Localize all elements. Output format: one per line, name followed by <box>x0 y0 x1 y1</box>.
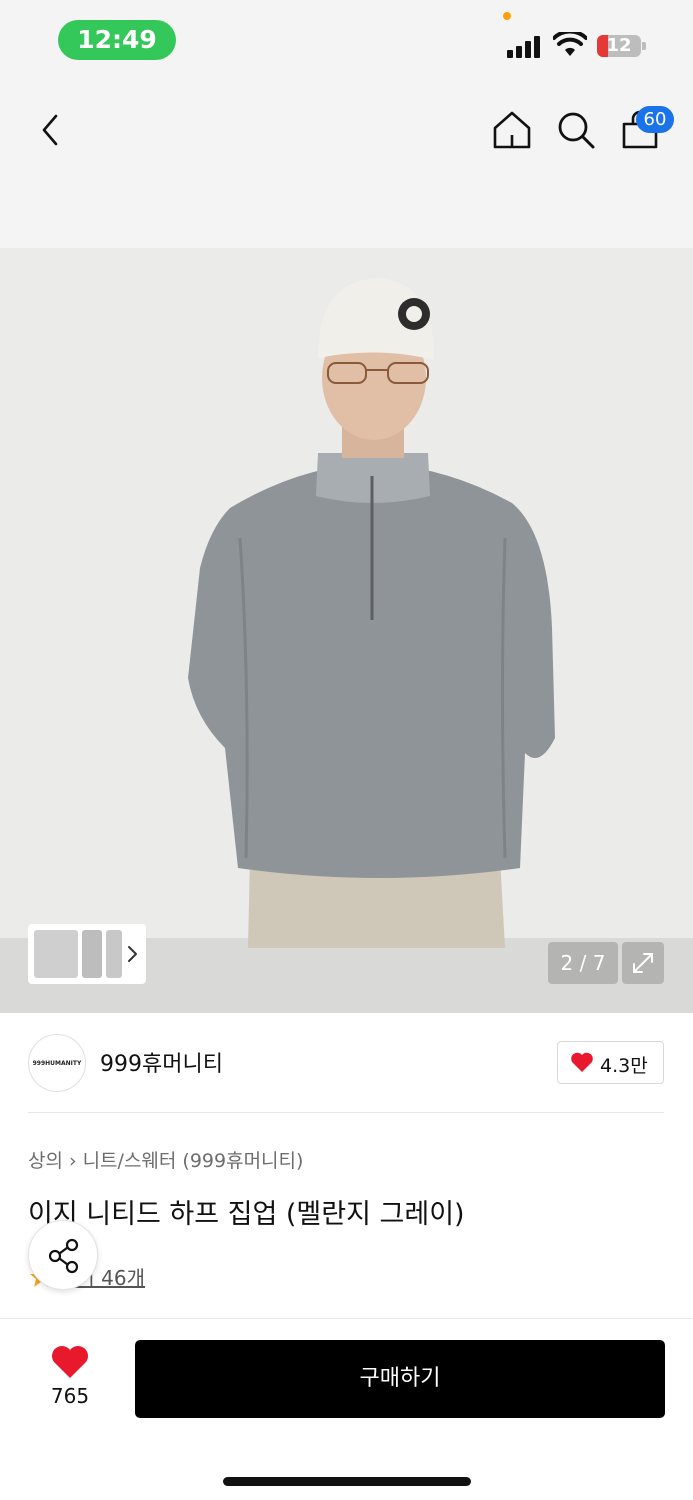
cart-count-badge: 60 <box>636 106 674 133</box>
brand-like-button[interactable]: 4.3만 <box>557 1041 664 1084</box>
chevron-right-icon: › <box>68 1150 77 1172</box>
buy-button[interactable]: 구매하기 <box>135 1340 665 1418</box>
search-icon[interactable] <box>554 108 598 152</box>
thumbnail-3[interactable] <box>106 930 122 978</box>
status-time: 12:49 <box>58 20 176 60</box>
breadcrumb-category[interactable]: 상의 <box>28 1150 63 1172</box>
thumbnail-2[interactable] <box>82 930 102 978</box>
brand-like-count: 4.3만 <box>600 1055 648 1077</box>
back-icon[interactable] <box>28 108 72 152</box>
product-image[interactable] <box>0 248 693 1013</box>
heart-icon <box>571 1052 593 1072</box>
breadcrumb-subcategory[interactable]: 니트/스웨터 (999휴머니티) <box>83 1150 304 1172</box>
wifi-icon <box>553 32 587 56</box>
divider <box>28 1112 664 1113</box>
image-counter: 2 / 7 <box>548 942 618 984</box>
heart-icon[interactable] <box>50 1344 90 1380</box>
like-count: 765 <box>50 1384 90 1408</box>
home-indicator <box>223 1477 471 1486</box>
home-icon[interactable] <box>490 108 534 152</box>
expand-button[interactable] <box>622 942 664 984</box>
battery-icon: 12 <box>597 35 641 57</box>
battery-cap <box>642 42 646 50</box>
thumbnail-1[interactable] <box>34 930 78 978</box>
share-button[interactable] <box>28 1220 98 1290</box>
cellular-signal-icon <box>507 34 543 58</box>
breadcrumb: 상의 › 니트/스웨터 (999휴머니티) <box>28 1146 303 1173</box>
battery-level: 12 <box>606 35 632 56</box>
privacy-indicator <box>503 12 511 20</box>
brand-logo[interactable]: 999HUMANITY <box>28 1034 86 1092</box>
model-photo <box>0 248 693 1013</box>
brand-name[interactable]: 999휴머니티 <box>100 1046 223 1078</box>
share-icon <box>48 1238 79 1274</box>
expand-icon <box>633 953 653 973</box>
chevron-right-icon[interactable] <box>122 943 142 965</box>
